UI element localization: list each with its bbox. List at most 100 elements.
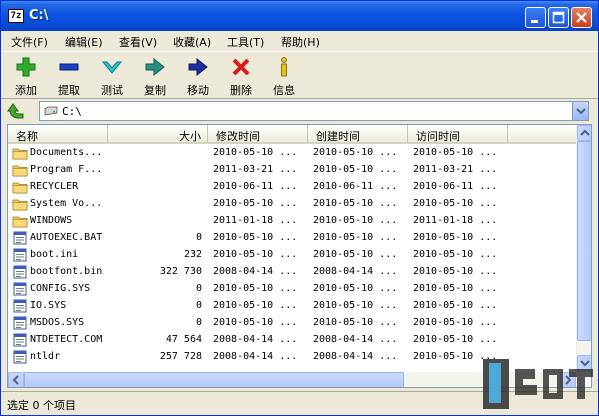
file-accessed: 2010-05-10 ... — [413, 283, 498, 294]
arrow-left-icon — [12, 375, 19, 385]
file-size: 0 — [195, 283, 202, 294]
window-title: C:\ — [29, 8, 49, 23]
file-created: 2010-05-10 ... — [313, 300, 398, 311]
minus-icon — [59, 63, 79, 71]
file-size: 0 — [195, 232, 202, 243]
file-row[interactable]: CONFIG.SYS 0 2010-05-10 ... 2010-05-10 ... 2… — [8, 281, 576, 298]
file-accessed: 2010-05-10 ... — [413, 232, 498, 243]
list-rows: Documents... 2010-05-10 ... 2010-05-10 ...… — [8, 145, 576, 373]
test-button[interactable]: 测试 — [92, 56, 132, 98]
minimize-button[interactable] — [525, 7, 546, 28]
file-icon — [13, 299, 27, 313]
menu-view[interactable]: 查看(V) — [119, 34, 157, 50]
add-button[interactable]: 添加 — [6, 56, 46, 98]
toolbar: 添加 提取 测试 复制 移动 删除 信息 — [1, 51, 598, 99]
file-created: 2010-05-10 ... — [313, 283, 398, 294]
file-icon — [13, 350, 27, 364]
close-button[interactable] — [571, 7, 592, 28]
move-button[interactable]: 移动 — [178, 56, 218, 98]
scroll-left-button[interactable] — [8, 372, 24, 387]
delete-button[interactable]: 删除 — [221, 56, 261, 98]
address-bar: C:\ — [1, 100, 598, 122]
file-name: System Vo... — [30, 198, 103, 209]
scroll-thumb[interactable] — [577, 141, 591, 341]
folder-icon — [12, 182, 28, 194]
file-created: 2008-04-14 ... — [313, 334, 398, 345]
file-row[interactable]: NTDETECT.COM 47 564 2008-04-14 ... 2008-04-… — [8, 332, 576, 349]
copy-button[interactable]: 复制 — [135, 56, 175, 98]
file-name: bootfont.bin — [30, 266, 103, 277]
column-name[interactable]: 名称 — [8, 125, 108, 143]
file-name: boot.ini — [30, 249, 79, 260]
column-accessed[interactable]: 访问时间 — [408, 125, 508, 143]
file-created: 2010-05-10 ... — [313, 215, 398, 226]
address-dropdown-button[interactable] — [572, 102, 588, 120]
minimize-icon — [531, 20, 538, 23]
menu-help[interactable]: 帮助(H) — [281, 34, 320, 50]
menu-favorites[interactable]: 收藏(A) — [173, 34, 211, 50]
file-modified: 2011-01-18 ... — [213, 215, 298, 226]
file-icon — [13, 282, 27, 296]
folder-icon — [12, 165, 28, 177]
file-accessed: 2010-05-10 ... — [413, 147, 498, 158]
menu-edit[interactable]: 编辑(E) — [65, 34, 103, 50]
file-list: 名称 大小 修改时间 创建时间 访问时间 Documents... 2010-05… — [7, 124, 592, 388]
maximize-button[interactable] — [548, 7, 569, 28]
vertical-scrollbar[interactable] — [576, 125, 591, 372]
file-size: 257 728 — [159, 351, 202, 362]
file-icon — [13, 316, 27, 330]
file-row[interactable]: AUTOEXEC.BAT 0 2010-05-10 ... 2010-05-10 ..… — [8, 230, 576, 247]
file-accessed: 2010-06-11 ... — [413, 181, 498, 192]
title-bar[interactable]: 7z C:\ — [1, 1, 598, 31]
file-row[interactable]: Documents... 2010-05-10 ... 2010-05-10 ...… — [8, 145, 576, 162]
menu-tools[interactable]: 工具(T) — [227, 34, 264, 50]
file-row[interactable]: MSDOS.SYS 0 2010-05-10 ... 2010-05-10 ... 20… — [8, 315, 576, 332]
file-accessed: 2010-05-10 ... — [413, 334, 498, 345]
file-modified: 2010-06-11 ... — [213, 181, 298, 192]
move-label: 移动 — [187, 84, 209, 97]
file-row[interactable]: boot.ini 232 2010-05-10 ... 2010-05-10 ... 2… — [8, 247, 576, 264]
file-row[interactable]: RECYCLER 2010-06-11 ... 2010-06-11 ... 2010… — [8, 179, 576, 196]
delete-label: 删除 — [230, 84, 252, 97]
app-window: 7z C:\ 文件(F) 编辑(E) 查看(V) 收藏(A) 工具(T) 帮助(… — [0, 0, 599, 416]
file-accessed: 2010-05-10 ... — [413, 266, 498, 277]
file-created: 2008-04-14 ... — [313, 266, 398, 277]
file-created: 2008-04-14 ... — [313, 351, 398, 362]
scroll-up-button[interactable] — [577, 125, 591, 141]
chevron-down-icon — [576, 108, 586, 115]
file-size: 0 — [195, 317, 202, 328]
file-name: Documents... — [30, 147, 103, 158]
column-modified[interactable]: 修改时间 — [208, 125, 308, 143]
file-modified: 2010-05-10 ... — [213, 300, 298, 311]
file-accessed: 2010-05-10 ... — [413, 249, 498, 260]
extract-button[interactable]: 提取 — [49, 56, 89, 98]
folder-icon — [12, 216, 28, 228]
hscroll-thumb[interactable] — [24, 372, 404, 387]
menu-file[interactable]: 文件(F) — [11, 34, 48, 50]
file-accessed: 2011-03-21 ... — [413, 164, 498, 175]
maximize-icon — [552, 11, 565, 24]
column-size[interactable]: 大小 — [108, 125, 208, 143]
address-path: C:\ — [62, 105, 82, 118]
info-button[interactable]: 信息 — [264, 56, 304, 98]
file-row[interactable]: bootfont.bin 322 730 2008-04-14 ... 2008-04… — [8, 264, 576, 281]
file-row[interactable]: Program F... 2011-03-21 ... 2010-05-10 ...… — [8, 162, 576, 179]
drive-icon — [44, 106, 58, 116]
plus-icon — [16, 57, 36, 77]
address-field[interactable]: C:\ — [39, 101, 589, 121]
file-accessed: 2010-05-10 ... — [413, 198, 498, 209]
file-row[interactable]: System Vo... 2010-05-10 ... 2010-05-10 ...… — [8, 196, 576, 213]
file-row[interactable]: WINDOWS 2011-01-18 ... 2010-05-10 ... 2011-… — [8, 213, 576, 230]
column-created[interactable]: 创建时间 — [308, 125, 408, 143]
file-modified: 2010-05-10 ... — [213, 283, 298, 294]
up-folder-icon[interactable] — [7, 102, 27, 120]
file-row[interactable]: IO.SYS 0 2010-05-10 ... 2010-05-10 ... 2010-… — [8, 298, 576, 315]
info-icon — [281, 57, 287, 77]
file-name: RECYCLER — [30, 181, 79, 192]
file-name: ntldr — [30, 351, 61, 362]
extract-label: 提取 — [58, 84, 80, 97]
file-size: 322 730 — [159, 266, 202, 277]
file-size: 232 — [183, 249, 202, 260]
app-7z-icon: 7z — [8, 9, 24, 23]
close-icon — [576, 12, 587, 23]
